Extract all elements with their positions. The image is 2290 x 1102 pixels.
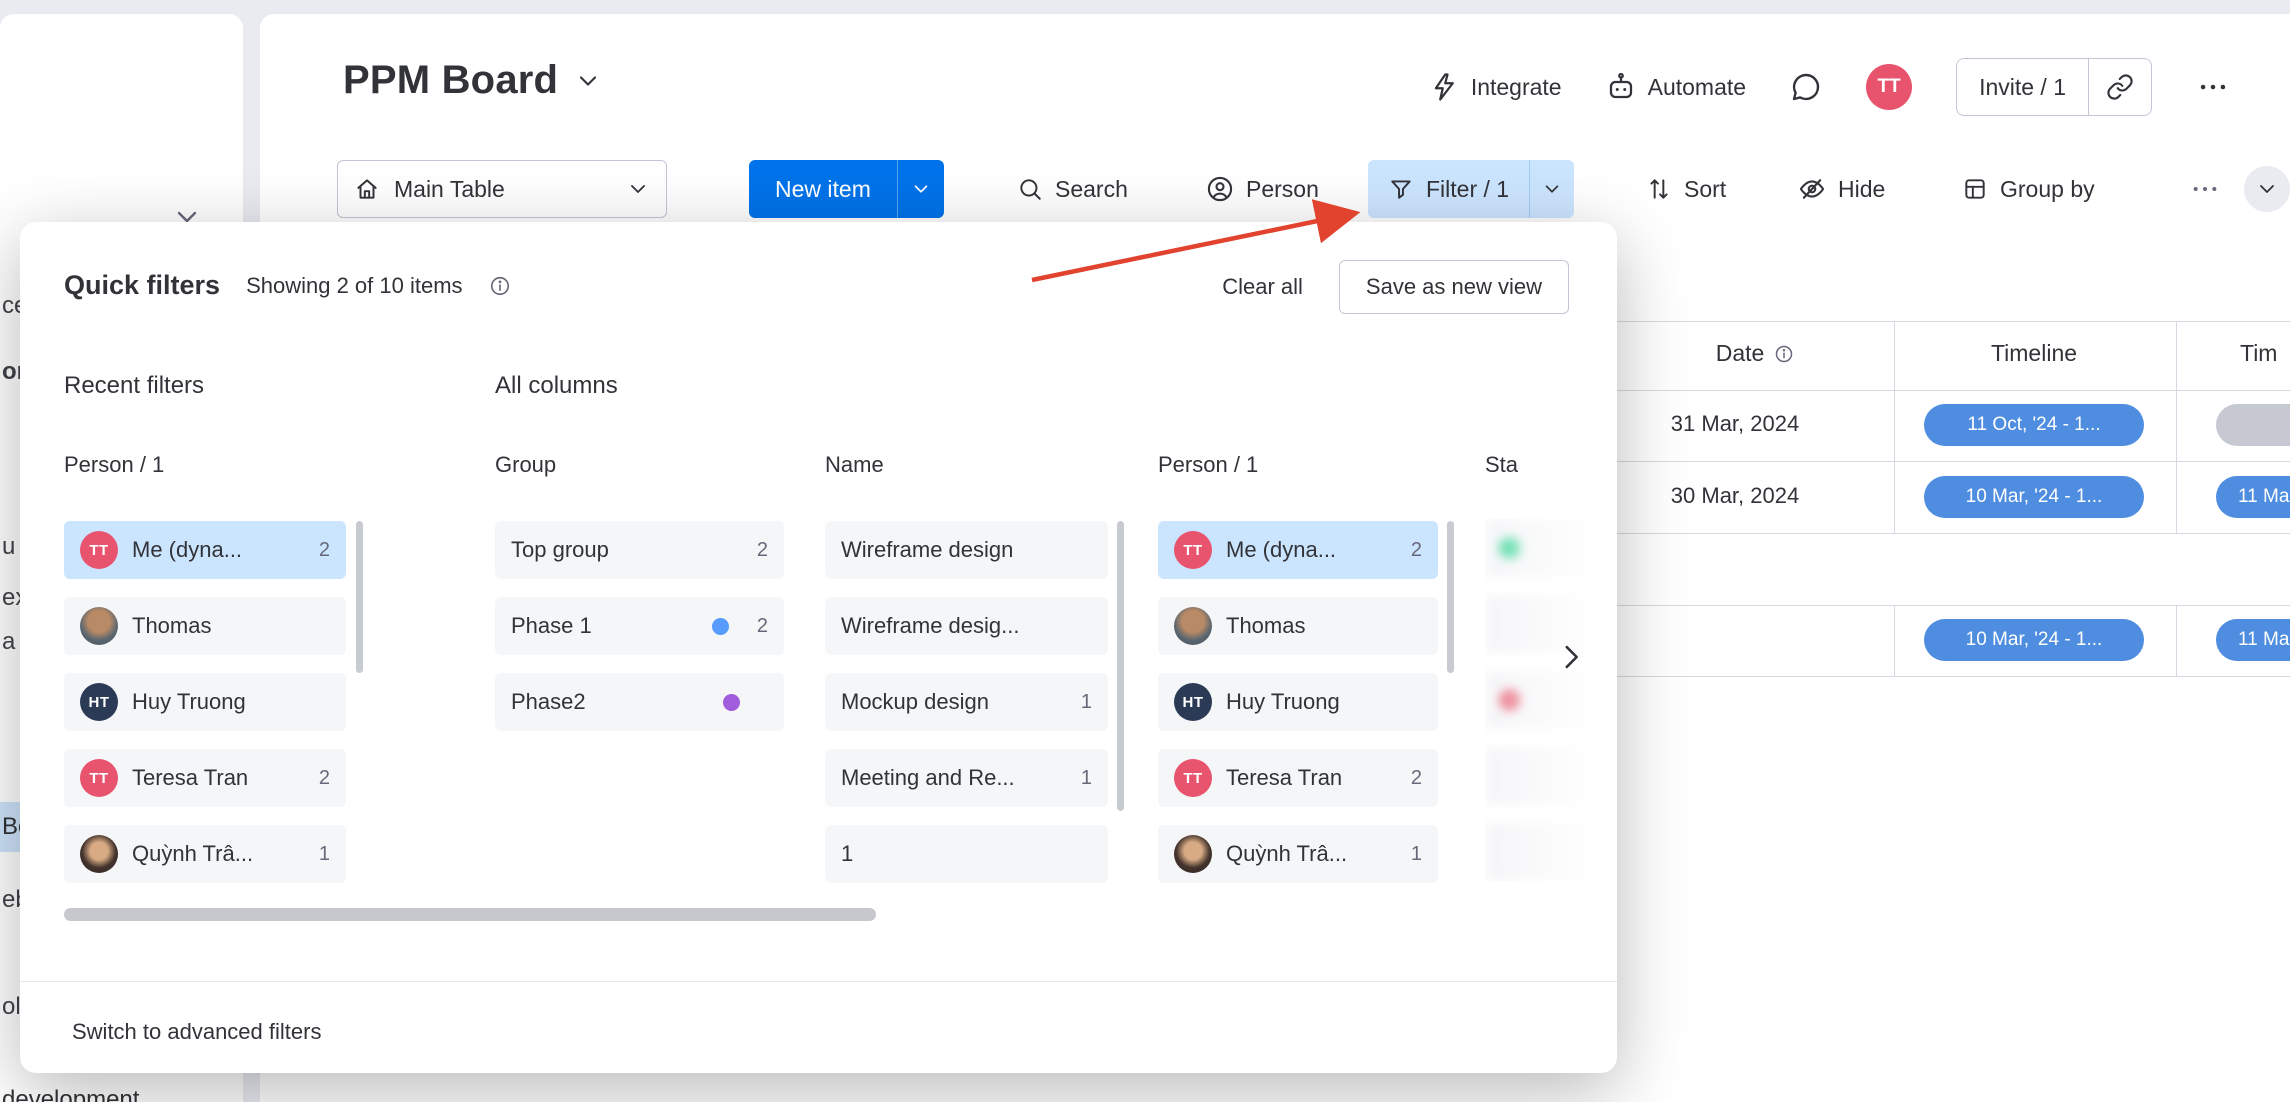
filter-column-header: Sta bbox=[1485, 452, 1615, 480]
save-as-new-view-button[interactable]: Save as new view bbox=[1339, 260, 1569, 314]
timeline-pill-empty[interactable] bbox=[2216, 404, 2290, 446]
table-gridline bbox=[1560, 533, 2290, 534]
section-recent-filters: Recent filters bbox=[64, 372, 204, 400]
timeline-pill[interactable]: 11 Oct, '24 - 1... bbox=[1924, 404, 2144, 446]
filter-chip-teresa-tran[interactable]: TT Teresa Tran 2 bbox=[64, 749, 346, 807]
avatar-photo bbox=[80, 835, 118, 873]
popup-title: Quick filters bbox=[64, 270, 220, 301]
filter-chip-teresa-tran[interactable]: TT Teresa Tran 2 bbox=[1158, 749, 1438, 807]
filter-chip-huy-truong[interactable]: HT Huy Truong bbox=[1158, 673, 1438, 731]
filter-column-header: Person / 1 bbox=[64, 452, 346, 480]
column-scrollbar[interactable] bbox=[1117, 521, 1124, 811]
filter-chip-phase-2[interactable]: Phase2 bbox=[495, 673, 784, 731]
table-gridline bbox=[1560, 321, 2290, 322]
date-cell[interactable]: 30 Mar, 2024 bbox=[1640, 483, 1830, 509]
table-gridline bbox=[1560, 390, 2290, 391]
avatar: TT bbox=[80, 531, 118, 569]
screen: ce or u ex a Bo eb ol development PPM Bo… bbox=[0, 0, 2290, 1102]
filter-column-recent-person: Person / 1 TT Me (dyna... 2 Thomas HT Hu… bbox=[64, 452, 346, 883]
filter-chip-wireframe-design-2[interactable]: Wireframe desig... bbox=[825, 597, 1108, 655]
avatar: TT bbox=[1174, 531, 1212, 569]
timeline-pill[interactable]: 11 Mar bbox=[2216, 619, 2290, 661]
table-column-divider bbox=[1894, 605, 1895, 676]
filter-chip-phase-1[interactable]: Phase 1 2 bbox=[495, 597, 784, 655]
filter-column-name: Name Wireframe design Wireframe desig...… bbox=[825, 452, 1108, 883]
status-chips-faded bbox=[1485, 519, 1617, 881]
filter-chip-thomas[interactable]: Thomas bbox=[64, 597, 346, 655]
next-columns-button[interactable] bbox=[1548, 634, 1594, 680]
avatar-photo bbox=[1174, 607, 1212, 645]
avatar-photo bbox=[80, 607, 118, 645]
group-color-dot bbox=[723, 694, 740, 711]
info-icon[interactable] bbox=[489, 275, 511, 297]
table-gridline bbox=[1560, 676, 2290, 677]
popup-header-actions: Clear all Save as new view bbox=[1222, 260, 1569, 314]
filter-chip-meeting[interactable]: Meeting and Re... 1 bbox=[825, 749, 1108, 807]
info-icon[interactable] bbox=[1774, 344, 1794, 364]
date-cell[interactable]: 31 Mar, 2024 bbox=[1640, 411, 1830, 437]
avatar: HT bbox=[1174, 683, 1212, 721]
filter-chip-wireframe-design[interactable]: Wireframe design bbox=[825, 521, 1108, 579]
timeline-pill[interactable]: 10 Mar, '24 - 1... bbox=[1924, 619, 2144, 661]
timeline-pill[interactable]: 11 Mar bbox=[2216, 476, 2290, 518]
popup-subtitle: Showing 2 of 10 items bbox=[246, 273, 462, 299]
avatar: TT bbox=[1174, 759, 1212, 797]
group-color-dot bbox=[712, 618, 729, 635]
table-column-divider bbox=[1894, 321, 1895, 533]
chevron-right-icon bbox=[1554, 640, 1588, 674]
filter-chip-me[interactable]: TT Me (dyna... 2 bbox=[64, 521, 346, 579]
switch-to-advanced-filters-link[interactable]: Switch to advanced filters bbox=[72, 1019, 321, 1045]
table-gridline bbox=[1560, 461, 2290, 462]
filter-column-status-partial: Sta bbox=[1485, 452, 1615, 480]
quick-filters-popup: Quick filters Showing 2 of 10 items Clea… bbox=[20, 222, 1617, 1073]
clear-all-button[interactable]: Clear all bbox=[1222, 274, 1303, 300]
column-header-time-partial[interactable]: Tim bbox=[2240, 340, 2277, 367]
column-header-date[interactable]: Date bbox=[1690, 340, 1820, 367]
filter-column-group: Group Top group 2 Phase 1 2 Phase2 bbox=[495, 452, 784, 731]
filter-column-header: Group bbox=[495, 452, 784, 480]
horizontal-scrollbar[interactable] bbox=[64, 908, 876, 921]
filter-chip-top-group[interactable]: Top group 2 bbox=[495, 521, 784, 579]
table-column-divider bbox=[2176, 321, 2177, 533]
table-gridline bbox=[1560, 605, 2290, 606]
section-all-columns: All columns bbox=[495, 372, 618, 400]
filter-chip-1[interactable]: 1 bbox=[825, 825, 1108, 883]
filter-chip-quynh[interactable]: Quỳnh Trâ... 1 bbox=[64, 825, 346, 883]
filter-chip-me[interactable]: TT Me (dyna... 2 bbox=[1158, 521, 1438, 579]
filter-column-person: Person / 1 TT Me (dyna... 2 Thomas HT Hu… bbox=[1158, 452, 1438, 883]
filter-column-header: Name bbox=[825, 452, 1108, 480]
avatar: HT bbox=[80, 683, 118, 721]
avatar: TT bbox=[80, 759, 118, 797]
table-column-divider bbox=[2176, 605, 2177, 676]
column-header-timeline[interactable]: Timeline bbox=[1924, 340, 2144, 367]
filter-chip-thomas[interactable]: Thomas bbox=[1158, 597, 1438, 655]
filter-column-header: Person / 1 bbox=[1158, 452, 1438, 480]
filter-chip-quynh[interactable]: Quỳnh Trâ... 1 bbox=[1158, 825, 1438, 883]
filter-chip-mockup-design[interactable]: Mockup design 1 bbox=[825, 673, 1108, 731]
popup-divider bbox=[20, 981, 1617, 982]
popup-header: Quick filters Showing 2 of 10 items bbox=[64, 270, 511, 301]
column-scrollbar[interactable] bbox=[1447, 521, 1454, 673]
timeline-pill[interactable]: 10 Mar, '24 - 1... bbox=[1924, 476, 2144, 518]
avatar-photo bbox=[1174, 835, 1212, 873]
column-scrollbar[interactable] bbox=[356, 521, 363, 673]
filter-chip-huy-truong[interactable]: HT Huy Truong bbox=[64, 673, 346, 731]
